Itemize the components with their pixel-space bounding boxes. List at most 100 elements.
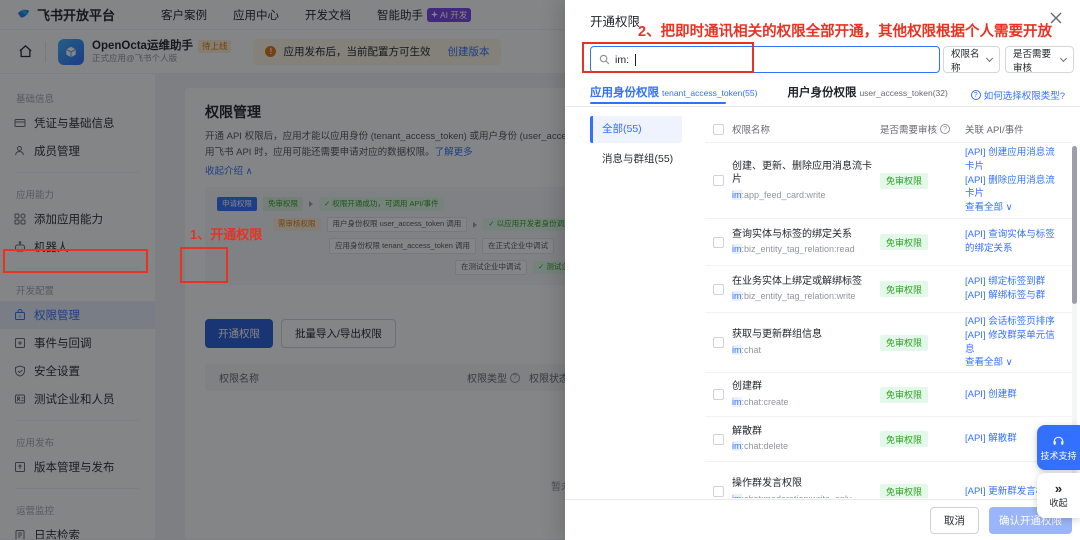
collapse-label: 收起 <box>1049 498 1068 508</box>
code-highlight: im <box>732 291 742 302</box>
annotation-rect-permissions-menu <box>3 249 148 273</box>
tab-label: 应用身份权限 <box>590 87 659 99</box>
filter-label: 是否需要审核 <box>1013 48 1052 74</box>
row-checkbox[interactable] <box>713 389 724 400</box>
tech-support-widget[interactable]: 技术支持 <box>1037 425 1080 470</box>
permission-row: 获取与更新群组信息 im:chat 免审权限 [API] 会话标签页排序 [AP… <box>705 313 1072 373</box>
annotation-step1-text: 1、开通权限 <box>190 227 263 242</box>
permission-name: 创建、更新、删除应用消息流卡片 <box>732 160 872 186</box>
screen: 飞书开放平台 客户案例 应用中心 开发文档 智能助手 AI 开发 <box>0 0 1080 540</box>
permission-row: 创建、更新、删除应用消息流卡片 im:app_feed_card:write 免… <box>705 143 1072 219</box>
tab-label: 用户身份权限 <box>787 87 857 99</box>
tab-token-count: user_access_token(32) <box>859 88 948 98</box>
review-free-badge: 免审权限 <box>880 483 929 498</box>
row-checkbox[interactable] <box>713 236 724 248</box>
permission-code: im:chat:delete <box>732 441 874 453</box>
code-rest: :app_feed_card:write <box>741 189 826 200</box>
review-free-badge: 免审权限 <box>880 386 929 403</box>
permission-code: im:biz_entity_tag_relation:read <box>732 244 874 256</box>
help-link-label: 如何选择权限类型? <box>983 91 1065 102</box>
headset-icon <box>1053 436 1064 445</box>
filter-permission-name-select[interactable]: 权限名称 <box>943 46 1000 74</box>
code-highlight: im <box>732 493 742 498</box>
view-all-link[interactable]: 查看全部 ∨ <box>965 356 1060 370</box>
permission-name: 查询实体与标签的绑定关系 <box>732 228 852 240</box>
code-rest: :chat:create <box>741 396 789 407</box>
double-chevron-right-icon: » <box>1054 481 1063 496</box>
api-link[interactable]: [API] 删除应用消息流卡片 <box>965 174 1060 202</box>
how-to-choose-link[interactable]: 如何选择权限类型? <box>970 88 1065 102</box>
api-link[interactable]: [API] 修改群菜单元信息 <box>965 329 1060 357</box>
row-checkbox[interactable] <box>713 283 724 295</box>
code-highlight: im <box>732 396 742 407</box>
permission-name: 在业务实体上绑定或解绑标签 <box>732 275 862 287</box>
collapse-widget[interactable]: » 收起 <box>1037 473 1080 518</box>
help-icon <box>970 90 981 100</box>
api-link[interactable]: [API] 解绑标签与群 <box>965 289 1060 303</box>
column-related-api: 关联 API/事件 <box>965 125 1024 136</box>
permission-row: 在业务实体上绑定或解绑标签 im:biz_entity_tag_relation… <box>705 266 1072 313</box>
column-review-required: 是否需要审核 <box>880 122 965 136</box>
tab-tenant-access-token[interactable]: 应用身份权限 tenant_access_token(55) <box>590 84 757 100</box>
review-free-badge: 免审权限 <box>880 334 929 351</box>
permission-row: 查询实体与标签的绑定关系 im:biz_entity_tag_relation:… <box>705 219 1072 266</box>
divider <box>565 106 1080 107</box>
api-link[interactable]: [API] 绑定标签到群 <box>965 275 1060 289</box>
filter-review-select[interactable]: 是否需要审核 <box>1005 46 1074 74</box>
view-all-link[interactable]: 查看全部 ∨ <box>965 201 1060 215</box>
permission-row: 创建群 im:chat:create 免审权限 [API] 创建群 <box>705 373 1072 417</box>
permission-row: 操作群发言权限 im:chat:moderation:write_only 免审… <box>705 462 1072 498</box>
api-link[interactable]: [API] 创建应用消息流卡片 <box>965 146 1060 174</box>
tab-token-count: tenant_access_token(55) <box>662 88 758 98</box>
tab-user-access-token[interactable]: 用户身份权限 user_access_token(32) <box>787 84 947 100</box>
chevron-down-icon <box>985 54 994 63</box>
api-link[interactable]: [API] 创建群 <box>965 388 1060 402</box>
annotation-rect-search-box <box>582 42 754 73</box>
tech-support-label: 技术支持 <box>1040 450 1077 461</box>
token-tabs: 应用身份权限 tenant_access_token(55) 用户身份权限 us… <box>590 84 948 100</box>
api-link[interactable]: [API] 查询实体与标签的绑定关系 <box>965 228 1060 256</box>
code-rest: :biz_entity_tag_relation:read <box>741 244 855 255</box>
table-header-row: 权限名称 是否需要审核 关联 API/事件 <box>705 116 1072 142</box>
code-rest: :chat:moderation:write_only <box>742 494 852 498</box>
active-tab-underline <box>590 102 726 104</box>
row-checkbox[interactable] <box>713 433 724 445</box>
category-all[interactable]: 全部(55) <box>590 116 682 143</box>
column-label: 是否需要审核 <box>880 125 938 136</box>
code-highlight: im <box>732 344 742 355</box>
filter-label: 权限名称 <box>951 48 980 74</box>
code-highlight: im <box>732 441 742 452</box>
select-all-checkbox[interactable] <box>713 123 724 135</box>
cancel-button[interactable]: 取消 <box>930 506 979 534</box>
permissions-table: 权限名称 是否需要审核 关联 API/事件 创建、更新、删除应用消息流卡片 im… <box>705 116 1072 498</box>
api-link[interactable]: [API] 会话标签页排序 <box>965 315 1060 329</box>
scrollbar-thumb[interactable] <box>1072 146 1077 304</box>
permission-name: 创建群 <box>732 381 762 393</box>
permission-name: 操作群发言权限 <box>732 478 802 490</box>
annotation-step2-text: 2、把即时通讯相关的权限全部开通，其他权限根据个人需要开放 <box>638 24 1053 40</box>
row-checkbox[interactable] <box>713 337 724 348</box>
permission-code: im:app_feed_card:write <box>732 189 874 202</box>
chevron-down-icon <box>1059 54 1068 63</box>
drawer-footer: 取消 确认开通权限 <box>565 499 1080 540</box>
review-free-badge: 免审权限 <box>880 431 929 447</box>
permission-code: im:chat:create <box>732 396 874 409</box>
row-checkbox[interactable] <box>713 175 724 186</box>
help-icon[interactable] <box>940 124 951 134</box>
permission-name: 获取与更新群组信息 <box>732 329 822 341</box>
annotation-rect-open-button <box>180 247 228 283</box>
open-permissions-drawer: 开通权限 权限名称 是否需要审核 应用身份权限 tenant_access_to… <box>565 0 1080 540</box>
review-free-badge: 免审权限 <box>880 172 929 189</box>
permission-name: 解散群 <box>732 425 762 437</box>
code-highlight: im <box>732 189 742 200</box>
code-highlight: im <box>732 244 742 255</box>
permission-row: 解散群 im:chat:delete 免审权限 [API] 解散群 <box>705 417 1072 462</box>
drawer-title: 开通权限 <box>590 15 641 29</box>
category-message-group[interactable]: 消息与群组(55) <box>602 151 673 166</box>
code-rest: :chat <box>741 344 762 355</box>
column-permission-name: 权限名称 <box>732 125 771 136</box>
permission-code: im:chat <box>732 344 874 357</box>
review-free-badge: 免审权限 <box>880 281 929 297</box>
code-rest: :biz_entity_tag_relation:write <box>741 291 856 302</box>
row-checkbox[interactable] <box>713 486 724 497</box>
